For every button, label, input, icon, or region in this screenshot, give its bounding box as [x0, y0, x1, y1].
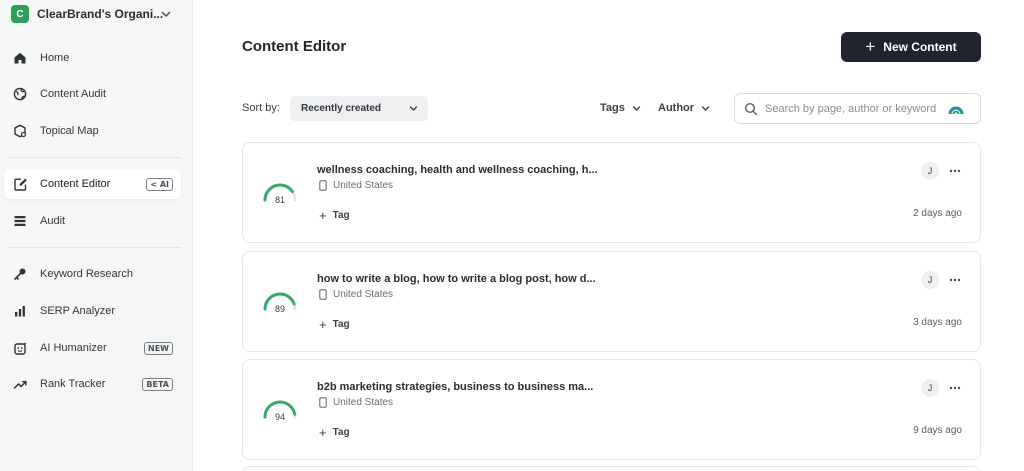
author-avatar: J [921, 271, 939, 289]
plus-icon: + [319, 317, 327, 332]
org-avatar: C [11, 5, 29, 23]
sidebar-item-ai-humanizer[interactable]: AI Humanizer NEW [4, 333, 181, 363]
chevron-down-icon [409, 106, 418, 111]
trend-up-icon [12, 376, 28, 392]
new-content-button[interactable]: + New Content [841, 32, 981, 62]
sidebar-item-label: Content Audit [40, 88, 107, 100]
add-tag-label: Tag [332, 210, 350, 221]
org-switcher[interactable]: C ClearBrand's Organi... [11, 3, 183, 25]
home-icon [12, 50, 28, 66]
sidebar-item-label: Rank Tracker [40, 378, 106, 390]
author-avatar: J [921, 379, 939, 397]
created-time: 2 days ago [913, 208, 962, 219]
search-icon [744, 102, 758, 116]
more-options-icon[interactable] [945, 379, 965, 397]
mobile-device-icon [319, 180, 327, 191]
sidebar-item-audit[interactable]: Audit [4, 206, 181, 236]
add-tag-label: Tag [332, 427, 350, 438]
location-text: United States [333, 180, 394, 191]
score-value: 94 [274, 412, 285, 422]
assistant-logo-icon[interactable] [948, 101, 964, 115]
sidebar-item-label: Keyword Research [40, 268, 133, 280]
location-text: United States [333, 289, 394, 300]
location-text: United States [333, 397, 394, 408]
divider [8, 157, 181, 158]
content-card[interactable]: 89 how to write a blog, how to write a b… [242, 251, 981, 352]
add-tag-button[interactable]: + Tag [319, 317, 350, 332]
card-location: United States [319, 289, 393, 300]
plus-icon: + [319, 208, 327, 223]
tags-filter-label: Tags [600, 102, 625, 114]
score-value: 81 [274, 195, 285, 205]
sidebar-item-label: AI Humanizer [40, 342, 107, 354]
tags-filter[interactable]: Tags [600, 102, 642, 114]
list-icon [12, 213, 28, 229]
author-avatar: J [921, 162, 939, 180]
ai-badge: < AI [146, 177, 173, 191]
divider [8, 247, 181, 248]
edit-document-icon [12, 176, 28, 192]
page-title: Content Editor [242, 38, 347, 55]
chevron-down-icon [701, 105, 710, 111]
search-box [734, 93, 981, 124]
chevron-down-icon [161, 11, 171, 17]
mobile-device-icon [319, 289, 327, 300]
robot-face-icon [12, 340, 28, 356]
card-location: United States [319, 180, 393, 191]
globe-icon [12, 86, 28, 102]
sidebar: C ClearBrand's Organi... Home Content Au… [0, 0, 193, 471]
mobile-device-icon [319, 397, 327, 408]
created-time: 3 days ago [913, 317, 962, 328]
score-value: 89 [274, 304, 285, 314]
add-tag-label: Tag [332, 319, 350, 330]
bar-chart-icon [12, 303, 28, 319]
sort-value: Recently created [301, 103, 382, 114]
plus-icon: + [865, 36, 876, 56]
content-card[interactable]: 81 wellness coaching, health and wellnes… [242, 142, 981, 243]
sidebar-item-label: Audit [40, 215, 66, 227]
add-tag-button[interactable]: + Tag [319, 208, 350, 223]
sidebar-item-home[interactable]: Home [4, 43, 181, 73]
beta-badge: BETA [142, 377, 173, 391]
chevron-down-icon [632, 105, 641, 111]
key-icon [12, 266, 28, 282]
org-name: ClearBrand's Organi... [37, 7, 164, 21]
sidebar-item-rank-tracker[interactable]: Rank Tracker BETA [4, 369, 181, 399]
sidebar-item-label: Topical Map [40, 125, 99, 137]
card-title[interactable]: how to write a blog, how to write a blog… [317, 273, 596, 285]
sort-label: Sort by: [242, 102, 280, 114]
sidebar-item-label: SERP Analyzer [40, 305, 116, 317]
more-options-icon[interactable] [945, 271, 965, 289]
sidebar-item-content-editor[interactable]: Content Editor < AI [4, 169, 181, 199]
add-tag-button[interactable]: + Tag [319, 425, 350, 440]
sidebar-item-keyword-research[interactable]: Keyword Research [4, 259, 181, 289]
author-filter[interactable]: Author [658, 102, 711, 114]
content-card[interactable]: 94 b2b marketing strategies, business to… [242, 359, 981, 460]
sidebar-item-topical-map[interactable]: Topical Map [4, 116, 181, 146]
sidebar-item-label: Home [40, 52, 70, 64]
sidebar-item-label: Content Editor [40, 178, 111, 190]
card-location: United States [319, 397, 393, 408]
created-time: 9 days ago [913, 425, 962, 436]
sidebar-item-content-audit[interactable]: Content Audit [4, 79, 181, 109]
hexagon-icon [12, 123, 28, 139]
sort-select[interactable]: Recently created [290, 96, 428, 121]
new-content-label: New Content [883, 40, 957, 54]
content-card[interactable] [242, 466, 981, 471]
plus-icon: + [319, 425, 327, 440]
new-badge: NEW [144, 341, 173, 355]
more-options-icon[interactable] [945, 162, 965, 180]
author-filter-label: Author [658, 102, 695, 114]
card-title[interactable]: b2b marketing strategies, business to bu… [317, 381, 593, 393]
sidebar-item-serp-analyzer[interactable]: SERP Analyzer [4, 296, 181, 326]
card-title[interactable]: wellness coaching, health and wellness c… [317, 164, 598, 176]
search-input[interactable] [765, 100, 945, 118]
